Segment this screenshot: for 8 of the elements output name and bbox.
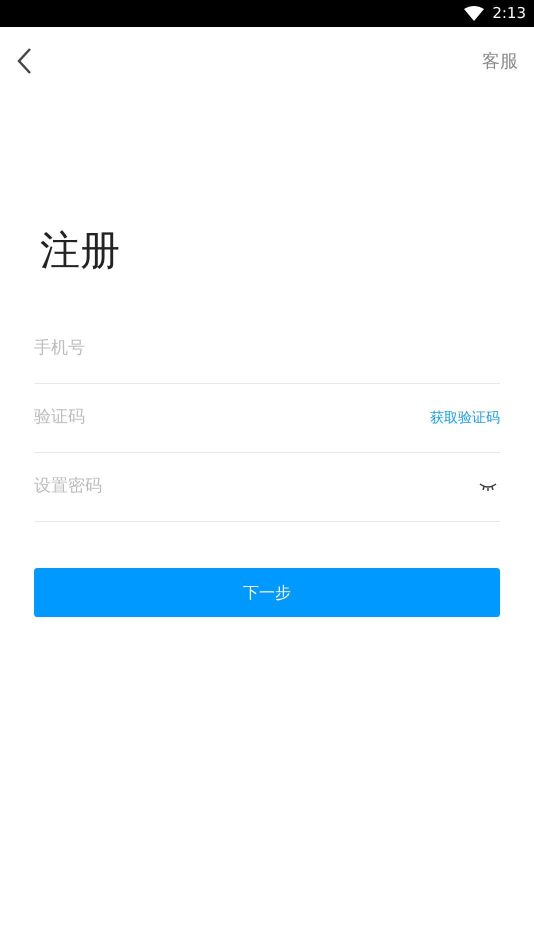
clock: 2:13	[492, 3, 526, 24]
closed-eye-icon[interactable]	[479, 483, 497, 491]
next-button[interactable]: 下一步	[34, 568, 500, 617]
wifi-icon	[464, 6, 484, 21]
back-icon[interactable]	[16, 47, 32, 75]
customer-service-link[interactable]: 客服	[482, 48, 518, 74]
page-title: 注册	[40, 231, 121, 271]
get-code-button[interactable]: 获取验证码	[430, 408, 500, 428]
